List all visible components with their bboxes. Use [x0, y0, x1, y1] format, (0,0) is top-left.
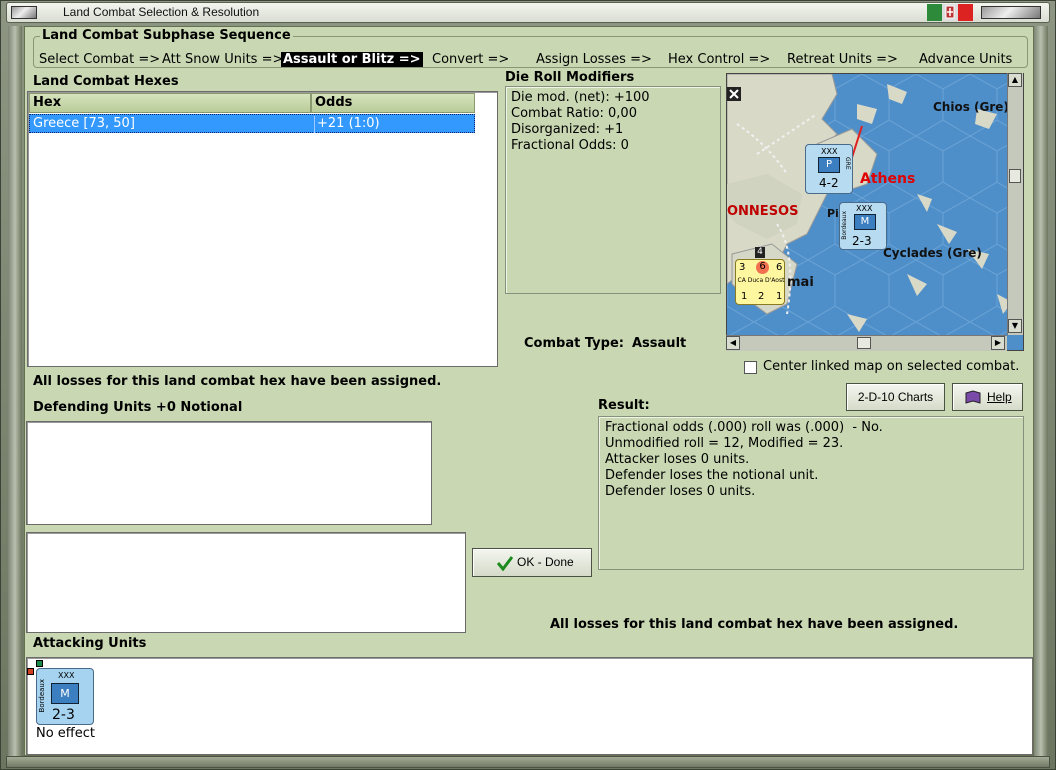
losses-list[interactable] [26, 532, 466, 633]
step-hex-control: Hex Control => [668, 52, 771, 67]
step-att-snow-units: Att Snow Units => [162, 52, 284, 67]
window-title: Land Combat Selection & Resolution [63, 5, 260, 19]
map-label-peloponnesos: ONNESOS [727, 204, 799, 219]
linked-map[interactable]: Chios (Gre) Athens ONNESOS Pi Cyclades (… [726, 73, 1024, 351]
ship-attack: 3 [739, 262, 746, 273]
help-label: Help [987, 390, 1012, 404]
scroll-up-button[interactable]: ▲ [1008, 73, 1022, 87]
modifiers-panel: Die mod. (net): +100 Combat Ratio: 0,00 … [505, 86, 721, 294]
window-controls-button[interactable] [981, 6, 1041, 19]
naval-counter[interactable]: 3 6 6 CA Duca D'Aost 1 2 1 [735, 259, 785, 305]
ok-done-label: OK - Done [517, 555, 574, 569]
ship-value: 1 [776, 291, 783, 302]
hex-column-header[interactable]: Hex [29, 93, 311, 113]
result-panel: Fractional odds (.000) roll was (.000) -… [598, 416, 1024, 570]
unit-name: Bordeaux [38, 679, 46, 713]
nation-flags-icon [927, 4, 973, 21]
attacking-units-list[interactable] [26, 657, 1033, 755]
scroll-thumb[interactable] [857, 337, 871, 349]
unit-type: M [60, 687, 70, 700]
step-convert: Convert => [432, 52, 510, 67]
bottom-border [6, 756, 1050, 768]
map-label-cyclades: Cyclades (Gre) [883, 246, 982, 260]
result-line: Attacker loses 0 units. [605, 452, 750, 467]
hexes-heading: Land Combat Hexes [33, 74, 179, 89]
attacking-heading: Attacking Units [33, 636, 147, 651]
unit-strength: 4-2 [819, 176, 839, 190]
map-label-chios: Chios (Gre) [933, 100, 1009, 114]
result-heading: Result: [598, 398, 650, 413]
combat-type-value: Assault [632, 336, 687, 351]
result-line: Unmodified roll = 12, Modified = 23. [605, 436, 844, 451]
checkmark-icon [497, 556, 513, 571]
unit-type: P [825, 159, 833, 170]
combat-type-label: Combat Type: [524, 336, 624, 351]
ship-speed: 6 [776, 262, 783, 273]
odds-cell: +21 (1:0) [314, 116, 380, 133]
modifier-line: Fractional Odds: 0 [511, 138, 629, 153]
modifiers-heading: Die Roll Modifiers [505, 70, 635, 85]
status-message-bottom: All losses for this land combat hex have… [550, 617, 959, 632]
title-bar[interactable]: Land Combat Selection & Resolution [6, 2, 1050, 23]
unit-counter-greek[interactable]: XXX P 4-2 GRE [805, 144, 853, 194]
ok-done-button[interactable]: OK - Done [472, 548, 592, 577]
defending-units-list[interactable] [26, 421, 432, 525]
right-border [1034, 26, 1048, 756]
mechanized-symbol-icon: M [51, 683, 79, 704]
odds-column-header[interactable]: Odds [311, 93, 475, 113]
mechanized-symbol-icon: M [854, 214, 876, 230]
result-line: Fractional odds (.000) roll was (.000) -… [605, 420, 883, 435]
stack-count-badge: 4 [755, 247, 765, 258]
unit-name: Bordeaux [841, 211, 848, 240]
hex-cell: Greece [73, 50] [33, 116, 135, 131]
ship-defense: 6 [756, 261, 769, 274]
map-label-athens: Athens [860, 171, 916, 187]
ship-value: 1 [741, 291, 748, 302]
status-message-top: All losses for this land combat hex have… [33, 374, 442, 389]
unit-type: M [860, 216, 870, 227]
attacking-unit-counter[interactable]: XXX M 2-3 Bordeaux [36, 668, 94, 725]
unit-strength: 2-3 [852, 234, 872, 248]
modifier-line: Die mod. (net): +100 [511, 90, 650, 105]
unit-corps: XXX [58, 671, 75, 680]
step-retreat-units: Retreat Units => [787, 52, 898, 67]
map-label-piraeus: Pi [827, 207, 839, 220]
table-row[interactable]: Greece [73, 50] +21 (1:0) [29, 114, 475, 133]
unit-combat-status: No effect [36, 726, 96, 741]
map-horizontal-scrollbar[interactable]: ◀ ▶ [726, 335, 1007, 351]
center-map-checkbox[interactable] [744, 361, 757, 374]
map-label-kalamai: mai [787, 275, 814, 290]
modifier-line: Disorganized: +1 [511, 122, 624, 137]
step-select-combat: Select Combat => [39, 52, 161, 67]
defending-heading: Defending Units +0 Notional [33, 400, 243, 415]
infantry-symbol-icon: P [818, 157, 840, 173]
modifier-line: Combat Ratio: 0,00 [511, 106, 637, 121]
step-assault-or-blitz: Assault or Blitz => [281, 52, 423, 67]
scroll-down-button[interactable]: ▼ [1008, 319, 1022, 333]
sequence-heading: Land Combat Subphase Sequence [40, 28, 293, 43]
system-menu-button[interactable] [11, 6, 37, 19]
step-advance-units: Advance Units [919, 52, 1013, 67]
step-assign-losses: Assign Losses => [536, 52, 652, 67]
ship-name: CA Duca D'Aost [737, 277, 785, 284]
result-line: Defender loses 0 units. [605, 484, 756, 499]
unit-corps: XXX [856, 204, 873, 213]
left-border [8, 26, 22, 756]
help-book-icon [965, 390, 981, 404]
scroll-left-button[interactable]: ◀ [726, 336, 740, 350]
charts-button[interactable]: 2-D-10 Charts [846, 383, 945, 411]
map-vertical-scrollbar[interactable]: ▲ ▼ [1007, 73, 1023, 335]
scroll-right-button[interactable]: ▶ [991, 336, 1005, 350]
result-line: Defender loses the notional unit. [605, 468, 819, 483]
unit-status-icon [36, 660, 43, 667]
center-map-label: Center linked map on selected combat. [763, 359, 1020, 374]
scroll-thumb[interactable] [1009, 169, 1021, 183]
unit-nation: GRE [844, 157, 851, 170]
unit-corps: XXX [821, 147, 838, 156]
unit-counter-bordeaux[interactable]: XXX M 2-3 Bordeaux [839, 202, 887, 250]
ship-value: 2 [758, 291, 765, 302]
help-button[interactable]: Help [952, 383, 1023, 411]
unit-status-icon [27, 668, 34, 675]
unit-strength: 2-3 [52, 707, 75, 723]
